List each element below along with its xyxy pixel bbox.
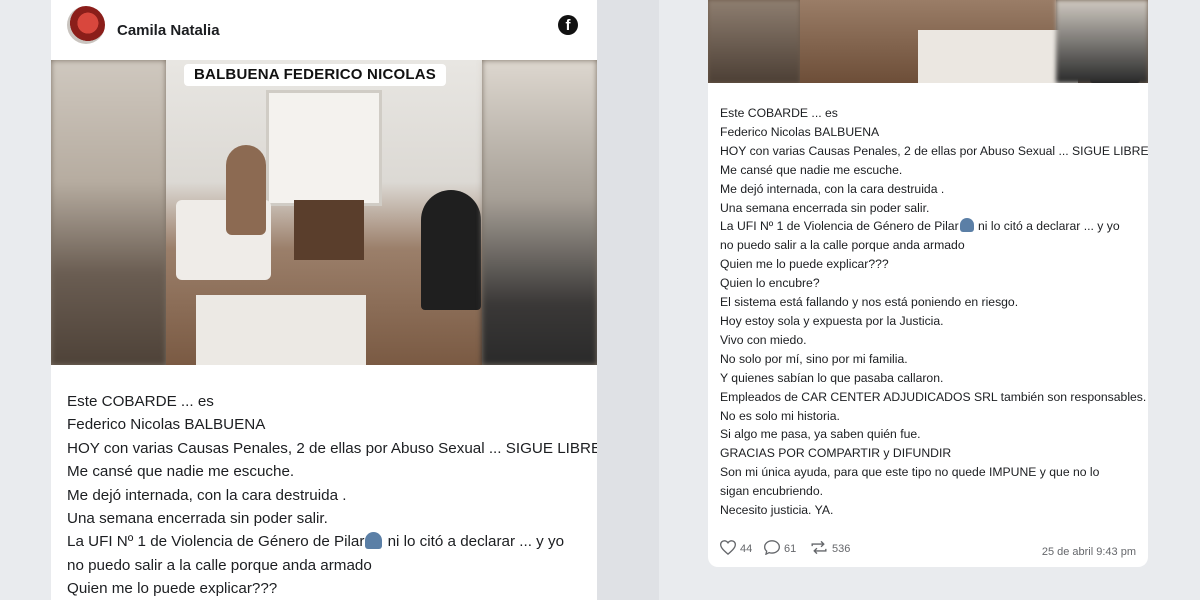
post-line: Me cansé que nadie me escuche. (67, 463, 295, 481)
right-post-card: Este COBARDE ... es Federico Nicolas BAL… (708, 0, 1148, 567)
post-header: Camila Natalia f (51, 0, 597, 60)
author-name[interactable]: Camila Natalia (117, 22, 220, 39)
post-line: no puedo salir a la calle porque anda ar… (67, 556, 372, 574)
post-line: Me dejó internada, con la cara destruida… (720, 181, 945, 196)
post-line: No solo por mí, sino por mi familia. (720, 351, 908, 366)
panel-divider (597, 0, 659, 600)
like-button[interactable]: 44 (720, 540, 752, 555)
post-line-part: ni lo citó a declarar ... y yo (974, 219, 1120, 234)
heart-icon (720, 540, 736, 555)
post-line: sigan encubriendo. (720, 484, 823, 499)
post-line: Empleados de CAR CENTER ADJUDICADOS SRL … (720, 389, 1147, 404)
comment-icon (764, 540, 780, 555)
photo-dining-table (196, 295, 366, 365)
post-line: La UFI Nº 1 de Violencia de Género de Pi… (720, 217, 1140, 236)
post-line-part: La UFI Nº 1 de Violencia de Género de Pi… (67, 533, 365, 551)
photo-coffee-table (294, 200, 364, 260)
repost-icon (811, 540, 827, 555)
post-line: Federico Nicolas BALBUENA (720, 124, 880, 139)
post-line: no puedo salir a la calle porque anda ar… (720, 238, 965, 253)
post-line: HOY con varias Causas Penales, 2 de ella… (67, 439, 597, 457)
like-count: 44 (740, 543, 753, 555)
facebook-icon[interactable]: f (558, 15, 578, 35)
left-post-card: Camila Natalia f BALBUENA FEDERICO NICOL… (51, 0, 597, 600)
post-line: Hoy estoy sola y expuesta por la Justici… (720, 313, 944, 328)
post-line: Quien me lo puede explicar??? (67, 580, 278, 598)
photo-chair (421, 190, 481, 310)
post-line: Me cansé que nadie me escuche. (720, 162, 903, 177)
post-photo[interactable] (708, 0, 1148, 83)
post-line: Me dejó internada, con la cara destruida… (67, 486, 347, 504)
post-line: Si algo me pasa, ya saben quién fue. (720, 427, 921, 442)
post-line: Son mi única ayuda, para que este tipo n… (720, 465, 1100, 480)
post-line: Quien me lo puede explicar??? (720, 257, 889, 272)
photo-window (266, 90, 382, 206)
photo-blur-left (708, 0, 800, 83)
post-photo[interactable]: BALBUENA FEDERICO NICOLAS (51, 60, 597, 365)
post-line: Este COBARDE ... es (720, 106, 838, 120)
post-text: Este COBARDE ... es Federico Nicolas BAL… (720, 104, 1148, 520)
photo-blur-right (482, 60, 597, 365)
post-timestamp[interactable]: 25 de abril 9:43 pm (1042, 546, 1136, 558)
post-footer: 44 61 536 25 de abril 9:43 pm (720, 538, 1136, 560)
post-line: Una semana encerrada sin poder salir. (720, 200, 930, 215)
post-line: Vivo con miedo. (720, 332, 807, 347)
post-line: El sistema está fallando y nos está poni… (720, 295, 1019, 310)
post-line: GRACIAS POR COMPARTIR y DIFUNDIR (720, 446, 952, 461)
post-line: Este COBARDE ... es (67, 393, 214, 410)
post-line: No es solo mi historia. (720, 408, 840, 423)
photo-blur-right (1056, 0, 1148, 83)
post-line: La UFI Nº 1 de Violencia de Género de Pi… (67, 530, 587, 553)
person-emoji-icon (365, 532, 383, 550)
comment-count: 61 (784, 543, 797, 555)
post-line: Federico Nicolas BALBUENA (67, 416, 266, 434)
photo-scene (166, 60, 482, 365)
post-line-part: ni lo citó a declarar ... y yo (383, 533, 565, 551)
post-line: Y quienes sabían lo que pasaba callaron. (720, 370, 944, 385)
photo-caption: BALBUENA FEDERICO NICOLAS (184, 64, 446, 86)
post-line: Quien lo encubre? (720, 276, 820, 291)
photo-blur-left (51, 60, 166, 365)
post-text: Este COBARDE ... es Federico Nicolas BAL… (67, 390, 597, 600)
photo-scene (800, 0, 1140, 83)
photo-dining-table (918, 30, 1078, 83)
comment-button[interactable]: 61 (764, 540, 796, 555)
post-line: Necesito justicia. YA. (720, 503, 834, 518)
photo-figure (226, 145, 266, 235)
post-line-part: La UFI Nº 1 de Violencia de Género de Pi… (720, 219, 959, 234)
avatar[interactable] (67, 6, 105, 44)
post-line: Una semana encerrada sin poder salir. (67, 510, 328, 528)
post-line: HOY con varias Causas Penales, 2 de ella… (720, 143, 1148, 158)
share-count: 536 (832, 543, 851, 555)
person-emoji-icon (959, 218, 974, 233)
share-button[interactable]: 536 (810, 540, 850, 555)
